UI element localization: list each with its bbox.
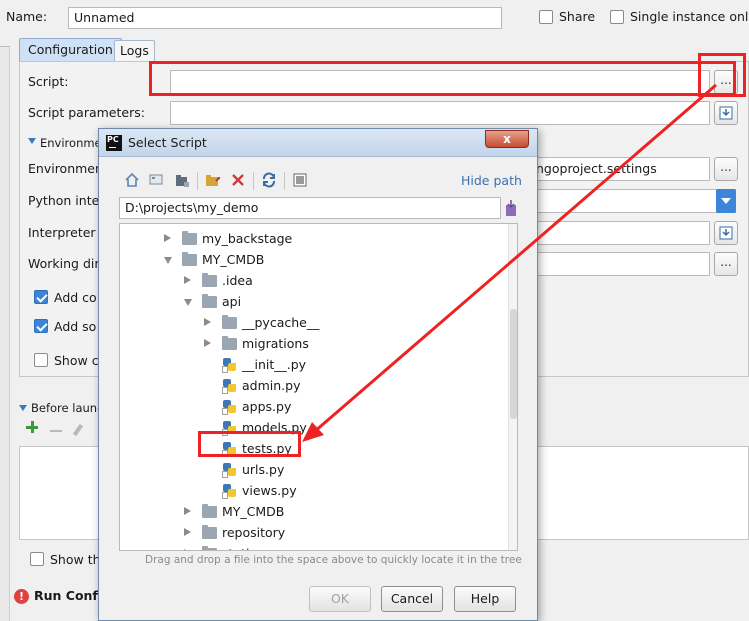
annotation-arrow-icon [302,83,717,442]
